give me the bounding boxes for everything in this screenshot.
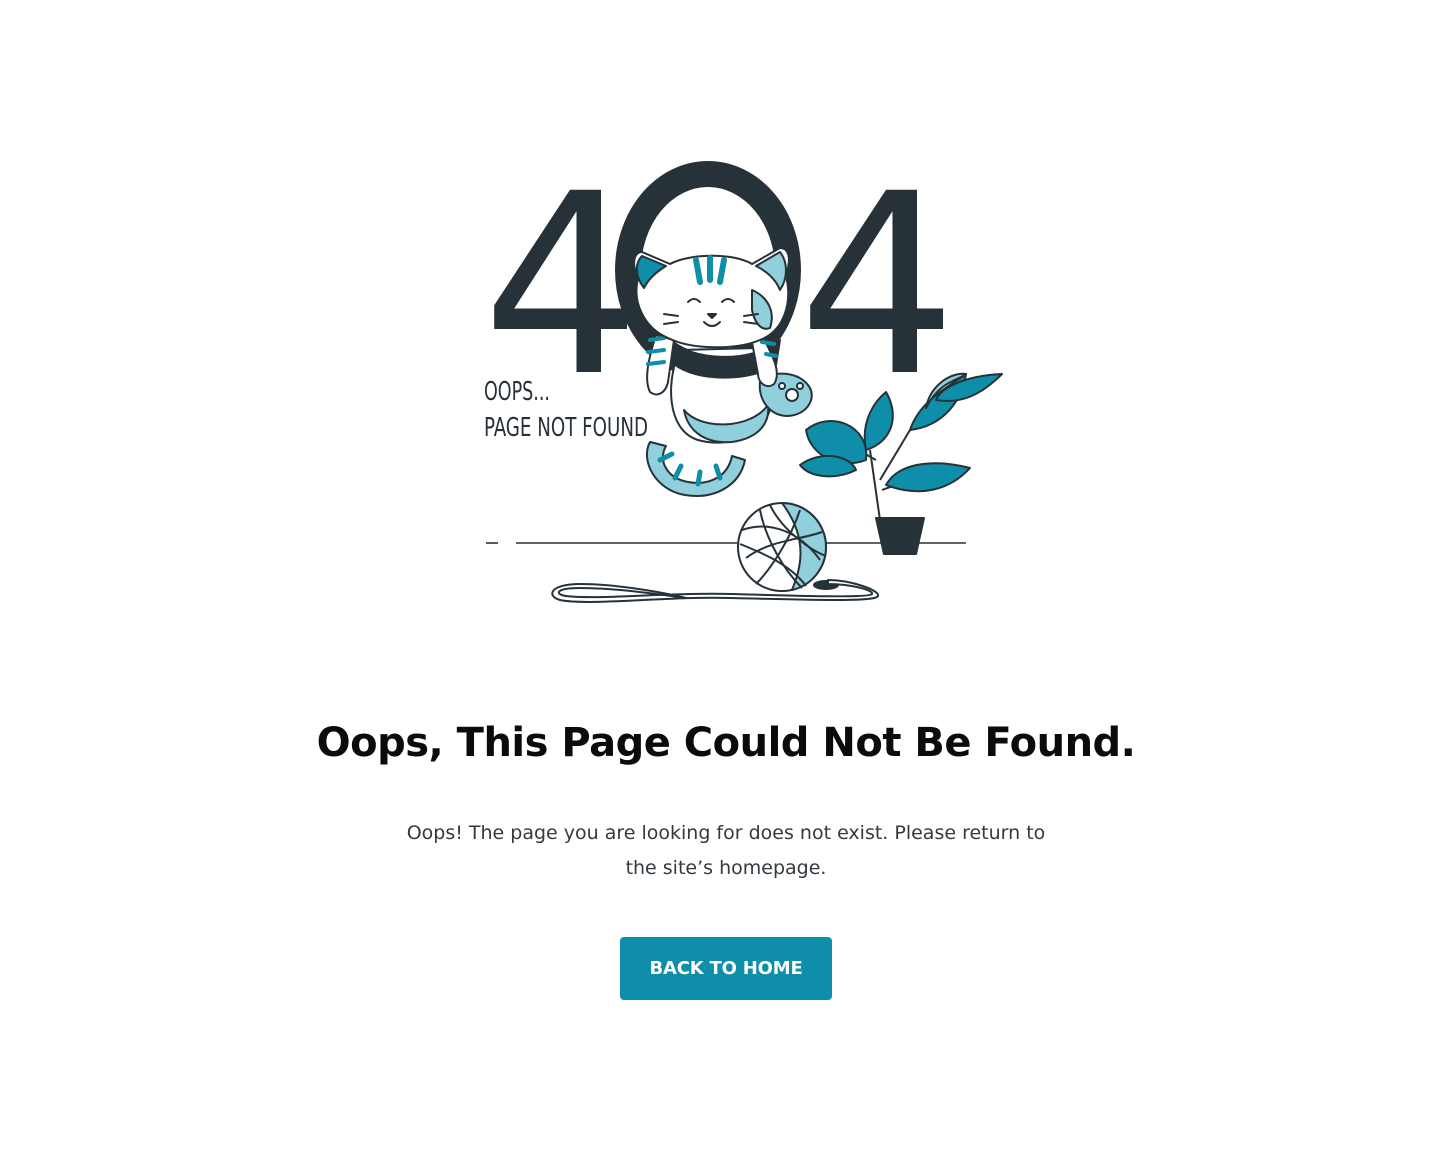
page-description: Oops! The page you are looking for does … [406,822,1046,879]
page-title: Oops, This Page Could Not Be Found. [316,720,1136,766]
yarn-ball-icon [551,502,879,603]
oops-text: OOPS... [484,377,550,407]
back-to-home-button[interactable]: BACK TO HOME [620,937,832,1000]
404-illustration: 4 4 OOPS... PAGE NOT FOUND [470,160,1010,620]
page-not-found-text: PAGE NOT FOUND [484,413,648,443]
cat-icon [633,247,813,497]
